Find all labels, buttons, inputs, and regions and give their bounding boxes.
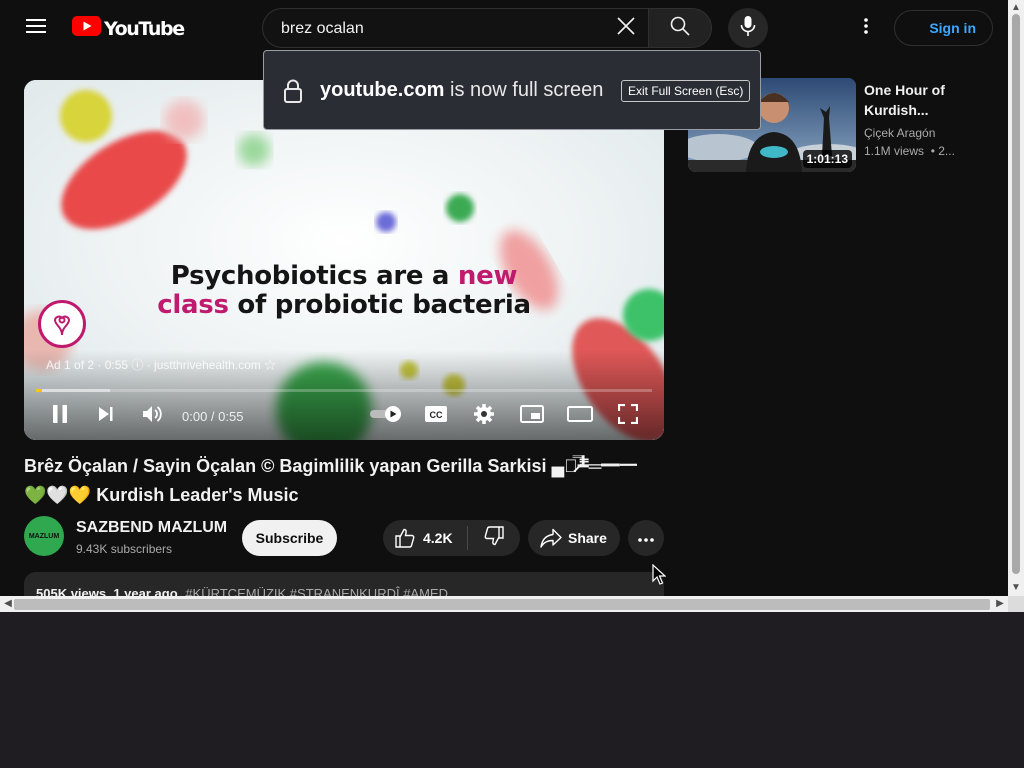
subscribe-label: Subscribe (255, 530, 324, 546)
browser-viewport: YouTube Sign in (0, 0, 1008, 596)
fullscreen-notification: youtube.com is now full screen Exit Full… (263, 50, 761, 130)
cc-icon: CC (425, 405, 447, 427)
next-button[interactable] (90, 400, 122, 432)
sign-in-button[interactable]: Sign in (894, 10, 993, 46)
settings-button[interactable] (468, 400, 500, 432)
mute-button[interactable] (137, 400, 169, 432)
fullscreen-domain: youtube.com (320, 79, 445, 101)
share-button[interactable]: Share (528, 520, 620, 556)
caption-line2-dark: of probiotic bacteria (228, 290, 531, 320)
scrollbar-corner (1008, 596, 1024, 612)
progress-buffer (36, 389, 110, 392)
mouse-cursor (652, 563, 667, 591)
channel-avatar[interactable]: MAZLUM (24, 516, 64, 556)
thumbs-down-icon (484, 525, 504, 551)
guide-menu-button[interactable] (16, 8, 56, 48)
scroll-up-arrow[interactable]: ▲ (1008, 2, 1024, 13)
like-count: 4.2K (423, 530, 453, 546)
theater-icon (567, 405, 593, 428)
like-dislike-group: 4.2K (383, 520, 520, 556)
video-title: Brêz Öçalan / Sayin Öçalan © Bagimlilik … (24, 456, 638, 505)
time-display: 0:00 / 0:55 (182, 409, 244, 424)
youtube-logo[interactable]: YouTube (72, 16, 185, 41)
pause-icon (51, 404, 69, 429)
masthead: YouTube Sign in (0, 0, 1008, 56)
progress-played (36, 389, 42, 392)
sign-in-label: Sign in (929, 20, 976, 36)
exit-fullscreen-label: Exit Full Screen (Esc) (628, 84, 744, 98)
caption-line2-pink: class (157, 290, 229, 320)
autoplay-toggle[interactable] (368, 400, 404, 432)
vertical-scrollbar[interactable]: ▲ ▼ (1008, 0, 1024, 596)
ad-info[interactable]: Ad 1 of 2 · 0:55 ⓘ · justthrivehealth.co… (46, 356, 276, 373)
exit-fullscreen-button[interactable]: Exit Full Screen (Esc) (621, 80, 751, 102)
volume-icon (142, 404, 164, 429)
channel-name[interactable]: SAZBEND MAZLUM (76, 519, 227, 537)
caption-line1-dark: Psychobiotics are a (170, 261, 458, 291)
cc-text: CC (430, 410, 443, 420)
search-button[interactable] (648, 8, 712, 48)
search-input[interactable] (279, 9, 613, 49)
microphone-icon (740, 15, 756, 42)
more-actions-button[interactable] (628, 520, 664, 556)
hamburger-icon (26, 18, 46, 39)
upload-age: 1 year ago (113, 586, 178, 596)
search-icon (670, 16, 690, 41)
thumbs-up-icon (395, 528, 415, 553)
description-box[interactable]: 505K views 1 year ago #KÜRTCEMÜZIK #STRA… (24, 572, 664, 596)
recommended-age: • 2... (930, 144, 955, 158)
subtitles-button[interactable]: CC (420, 400, 452, 432)
vertical-scroll-thumb[interactable] (1012, 14, 1020, 574)
scroll-right-arrow[interactable]: ▶ (992, 598, 1008, 609)
vertical-dots-icon (864, 17, 868, 39)
settings-more-button[interactable] (846, 8, 886, 48)
video-player[interactable]: Psychobiotics are a new class of probiot… (24, 80, 664, 440)
recommended-views: 1.1M views (864, 144, 925, 158)
fullscreen-icon (617, 403, 639, 429)
horizontal-scroll-thumb[interactable] (14, 599, 990, 610)
view-count: 505K views (36, 586, 107, 596)
horizontal-scrollbar[interactable]: ◀ ▶ (0, 596, 1008, 612)
dislike-button[interactable] (468, 520, 520, 556)
like-button[interactable]: 4.2K (383, 520, 467, 556)
clear-search-button[interactable] (608, 10, 644, 46)
fullscreen-message: youtube.com is now full screen (320, 79, 603, 102)
scroll-down-arrow[interactable]: ▼ (1008, 582, 1024, 593)
logo-wordmark: YouTube (104, 17, 185, 40)
recommended-title[interactable]: One Hour of Kurdish... (864, 80, 974, 120)
horizontal-dots-icon (638, 529, 654, 547)
close-icon (617, 16, 635, 40)
skip-next-icon (97, 405, 115, 428)
caption-line1-pink: new (457, 261, 518, 291)
autoplay-icon (369, 405, 403, 428)
miniplayer-icon (520, 404, 544, 428)
subscriber-count: 9.43K subscribers (76, 542, 173, 556)
gear-icon (473, 403, 495, 430)
pause-button[interactable] (44, 400, 76, 432)
progress-bar[interactable] (36, 389, 652, 392)
advertiser-logo[interactable] (38, 300, 86, 348)
voice-search-button[interactable] (728, 8, 768, 48)
miniplayer-button[interactable] (516, 400, 548, 432)
theater-mode-button[interactable] (564, 400, 596, 432)
fullscreen-button[interactable] (612, 400, 644, 432)
recommended-channel[interactable]: Çiçek Aragón (864, 126, 935, 140)
search-box (262, 8, 648, 49)
share-arrow-icon (540, 528, 562, 553)
lock-icon (284, 79, 302, 108)
youtube-play-icon (72, 16, 101, 41)
video-duration: 1:01:13 (802, 150, 852, 168)
recommended-meta: 1.1M views • 2... (864, 144, 955, 158)
hashtags[interactable]: #KÜRTCEMÜZIK #STRANENKURDÎ #AMED (185, 586, 448, 596)
subscribe-button[interactable]: Subscribe (242, 520, 337, 556)
fullscreen-text: is now full screen (450, 79, 604, 101)
avatar-text: MAZLUM (28, 532, 60, 540)
description-header: 505K views 1 year ago #KÜRTCEMÜZIK #STRA… (36, 586, 448, 596)
share-label: Share (568, 530, 607, 546)
ad-caption: Psychobiotics are a new class of probiot… (24, 262, 664, 320)
